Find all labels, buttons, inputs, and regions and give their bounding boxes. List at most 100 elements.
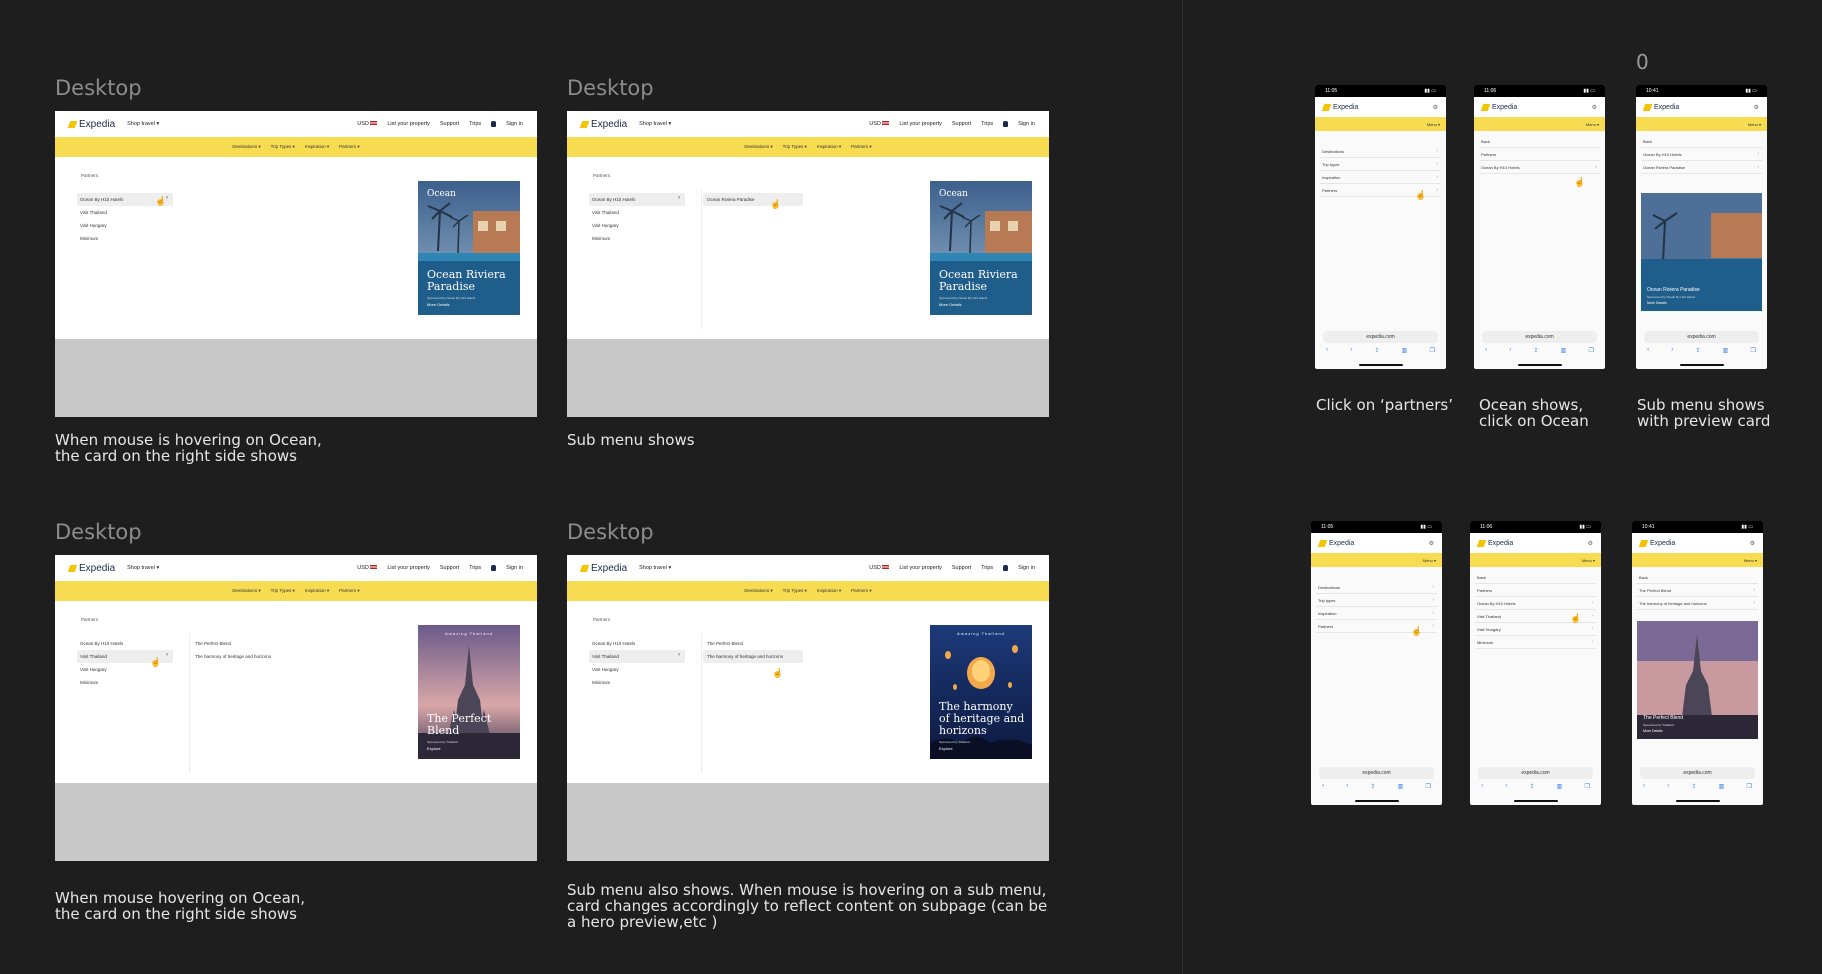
settings-icon[interactable]: ⚙ (1754, 104, 1759, 111)
menu-bar[interactable]: Menu ▾ (1470, 553, 1601, 567)
mobile-menu-item[interactable]: Inspiration (1316, 607, 1437, 620)
mobile-menu-item[interactable]: Destinations (1320, 145, 1441, 158)
list-property-link[interactable]: List your property (387, 565, 430, 571)
expedia-logo[interactable]: Expedia (1476, 539, 1513, 547)
mobile-menu-item[interactable]: Destinations (1316, 581, 1437, 594)
bookmarks-icon[interactable]: ▥ (1402, 347, 1408, 359)
mobile-menu-item[interactable]: Ocean Riviera Paradise (1641, 161, 1762, 174)
subnav-trip-types[interactable]: Trip Types ▾ (271, 144, 295, 150)
mobile-preview-card[interactable]: The Perfect Blend Sponsored by Thailand Mo… (1637, 621, 1758, 739)
bookmarks-icon[interactable]: ▥ (1719, 783, 1725, 795)
subnav-destinations[interactable]: Destinations ▾ (744, 144, 772, 150)
trips-link[interactable]: Trips (981, 565, 993, 571)
menu-item[interactable]: Visit Hungary (589, 219, 685, 232)
subnav-trip-types[interactable]: Trip Types ▾ (783, 144, 807, 150)
subnav-inspiration[interactable]: Inspiration ▾ (817, 588, 841, 594)
shop-travel-menu[interactable]: Shop travel ▾ (127, 121, 159, 127)
trips-link[interactable]: Trips (981, 121, 993, 127)
list-property-link[interactable]: List your property (387, 121, 430, 127)
card-link[interactable]: More Details (939, 302, 961, 307)
support-link[interactable]: Support (440, 121, 459, 127)
preview-card[interactable]: Ocean Ocean Riviera Paradise Sponsored b… (418, 181, 520, 315)
sign-in-link[interactable]: Sign in (1018, 121, 1035, 127)
subnav-inspiration[interactable]: Inspiration ▾ (817, 144, 841, 150)
back-arrow-icon[interactable]: ‹ (1647, 347, 1649, 359)
expedia-logo[interactable]: Expedia (67, 119, 115, 130)
share-icon[interactable]: ⇪ (1533, 347, 1538, 359)
mobile-menu-item[interactable]: The Perfect Blend (1637, 584, 1758, 597)
menu-item[interactable]: Minimum (77, 232, 173, 245)
settings-icon[interactable]: ⚙ (1750, 540, 1755, 547)
menu-bar[interactable]: Menu ▾ (1315, 117, 1446, 131)
mobile-menu-item[interactable]: Ocean By H10 Hotels (1641, 148, 1762, 161)
shop-travel-menu[interactable]: Shop travel ▾ (127, 565, 159, 571)
expedia-logo[interactable]: Expedia (579, 119, 627, 130)
forward-arrow-icon[interactable]: › (1667, 783, 1669, 795)
forward-arrow-icon[interactable]: › (1671, 347, 1673, 359)
mobile-menu-item[interactable]: Ocean By H10 Hotels (1479, 161, 1600, 174)
card-link[interactable]: Explore (939, 746, 953, 751)
menu-item[interactable]: Visit Thailand (589, 650, 685, 663)
menu-item[interactable]: Visit Thailand (589, 206, 685, 219)
menu-bar[interactable]: Menu ▾ (1632, 553, 1763, 567)
bell-icon[interactable] (1003, 121, 1009, 127)
preview-card[interactable]: Ocean Ocean Riviera Paradise Sponsored b… (930, 181, 1032, 315)
address-bar[interactable]: expedia.com (1323, 331, 1438, 343)
share-icon[interactable]: ⇪ (1695, 347, 1700, 359)
back-arrow-icon[interactable]: ‹ (1485, 347, 1487, 359)
mobile-menu-item[interactable]: Trip types (1320, 158, 1441, 171)
expedia-logo[interactable]: Expedia (1642, 103, 1679, 111)
preview-card[interactable]: Amazing Thailand The harmony of heritage… (930, 625, 1032, 759)
mobile-menu-item[interactable]: Ocean By H10 Hotels (1475, 597, 1596, 610)
bookmarks-icon[interactable]: ▥ (1398, 783, 1404, 795)
mobile-menu-item[interactable]: Inspiration (1320, 171, 1441, 184)
settings-icon[interactable]: ⚙ (1429, 540, 1434, 547)
sign-in-link[interactable]: Sign in (506, 565, 523, 571)
share-icon[interactable]: ⇪ (1529, 783, 1534, 795)
bell-icon[interactable] (1003, 565, 1009, 571)
settings-icon[interactable]: ⚙ (1588, 540, 1593, 547)
expedia-logo[interactable]: Expedia (1321, 103, 1358, 111)
tabs-icon[interactable]: ❐ (1588, 347, 1593, 359)
sign-in-link[interactable]: Sign in (1018, 565, 1035, 571)
back-arrow-icon[interactable]: ‹ (1643, 783, 1645, 795)
tabs-icon[interactable]: ❐ (1746, 783, 1751, 795)
address-bar[interactable]: expedia.com (1478, 767, 1593, 779)
bell-icon[interactable] (491, 565, 497, 571)
bookmarks-icon[interactable]: ▥ (1557, 783, 1563, 795)
preview-card[interactable]: Amazing Thailand The Perfect Blend Spons… (418, 625, 520, 759)
mobile-menu-item[interactable]: The harmony of heritage and horizons (1637, 597, 1758, 610)
menu-bar[interactable]: Menu ▾ (1636, 117, 1767, 131)
currency-selector[interactable]: USD (357, 121, 378, 127)
expedia-logo[interactable]: Expedia (1317, 539, 1354, 547)
menu-item[interactable]: Visit Hungary (77, 219, 173, 232)
shop-travel-menu[interactable]: Shop travel ▾ (639, 121, 671, 127)
support-link[interactable]: Support (440, 565, 459, 571)
subnav-inspiration[interactable]: Inspiration ▾ (305, 144, 329, 150)
subnav-destinations[interactable]: Destinations ▾ (232, 588, 260, 594)
submenu-item[interactable]: The harmony of heritage and horizons (703, 650, 803, 663)
submenu-item[interactable]: The Perfect Blend (191, 637, 291, 650)
subnav-destinations[interactable]: Destinations ▾ (744, 588, 772, 594)
subnav-destinations[interactable]: Destinations ▾ (232, 144, 260, 150)
menu-item[interactable]: Ocean By H10 Hotels (77, 637, 173, 650)
back-arrow-icon[interactable]: ‹ (1326, 347, 1328, 359)
sign-in-link[interactable]: Sign in (506, 121, 523, 127)
forward-arrow-icon[interactable]: › (1509, 347, 1511, 359)
mobile-preview-card[interactable]: Ocean Riviera Paradise Sponsored by Ocean… (1641, 193, 1762, 311)
menu-item[interactable]: Minimum (589, 676, 685, 689)
back-button[interactable]: Back (1637, 571, 1758, 584)
tabs-icon[interactable]: ❐ (1584, 783, 1589, 795)
mobile-menu-item[interactable]: Trip types (1316, 594, 1437, 607)
card-link[interactable]: More Details (1643, 729, 1663, 733)
share-icon[interactable]: ⇪ (1370, 783, 1375, 795)
back-arrow-icon[interactable]: ‹ (1481, 783, 1483, 795)
menu-item[interactable]: Visit Thailand (77, 206, 173, 219)
menu-item[interactable]: Visit Hungary (589, 663, 685, 676)
tabs-icon[interactable]: ❐ (1750, 347, 1755, 359)
card-link[interactable]: More Details (427, 302, 449, 307)
menu-bar[interactable]: Menu ▾ (1311, 553, 1442, 567)
address-bar[interactable]: expedia.com (1319, 767, 1434, 779)
tabs-icon[interactable]: ❐ (1429, 347, 1434, 359)
back-button[interactable]: Back (1479, 135, 1600, 148)
